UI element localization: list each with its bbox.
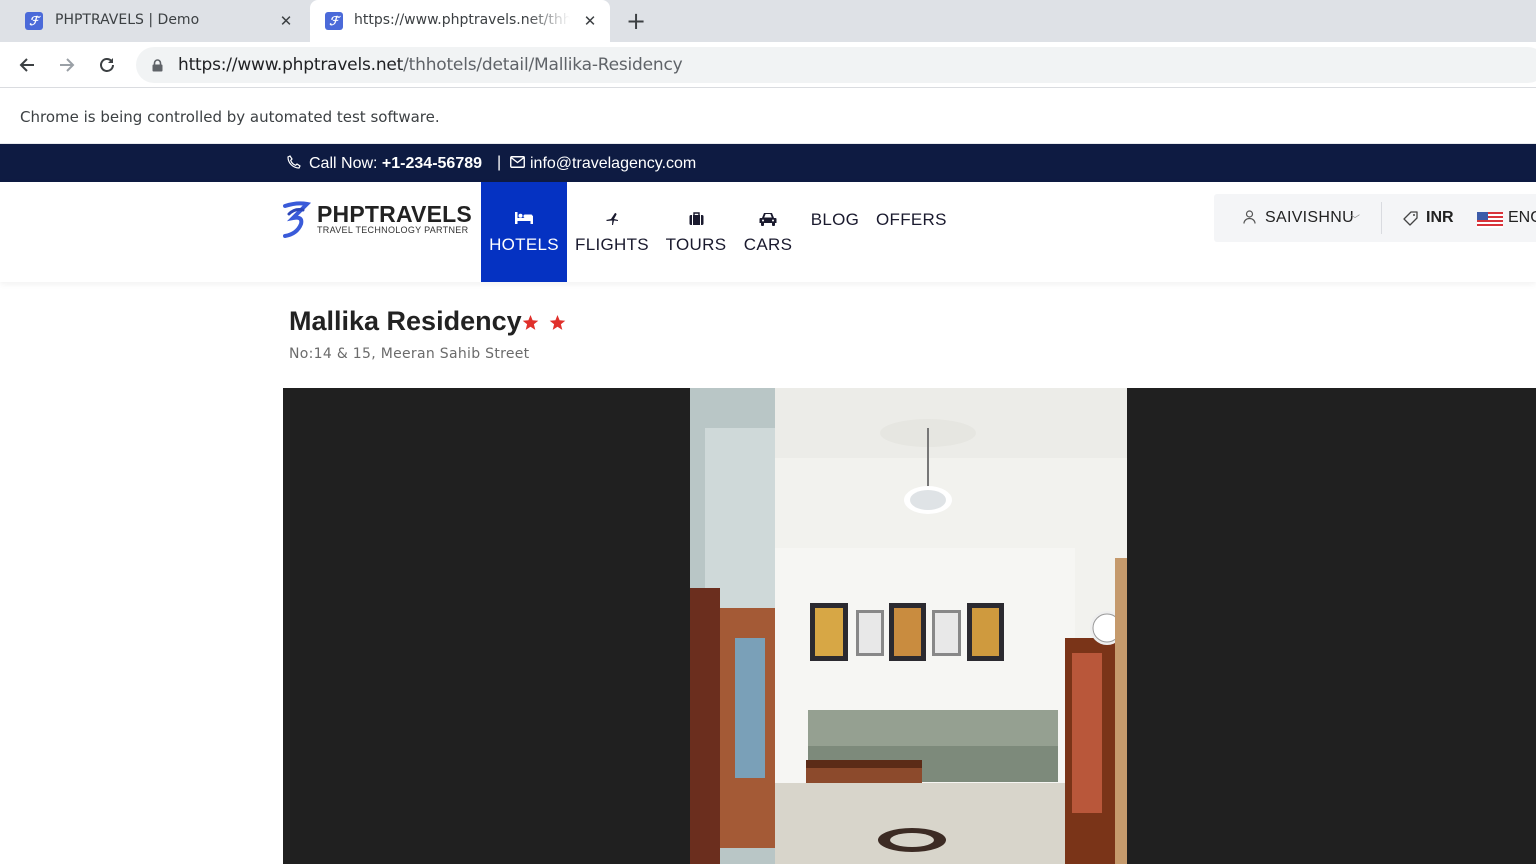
phptravels-logo-icon[interactable] (279, 200, 313, 238)
star-icon (522, 315, 539, 330)
nav-blog[interactable]: BLOG (810, 182, 860, 282)
star-rating (522, 315, 566, 331)
back-button[interactable] (13, 51, 41, 79)
browser-tabstrip: ℱ PHPTRAVELS | Demo ✕ ℱ https://www.phpt… (0, 0, 1536, 42)
automation-infobar: Chrome is being controlled by automated … (0, 89, 1536, 144)
site-header: PHPTRAVELS TRAVEL TECHNOLOGY PARTNER HOT… (0, 182, 1536, 282)
divider (1381, 202, 1382, 234)
separator: | (497, 154, 502, 171)
browser-tab[interactable]: ℱ PHPTRAVELS | Demo ✕ (8, 0, 306, 42)
browser-toolbar: https://www.phptravels.net/thhotels/deta… (0, 42, 1536, 88)
nav-flights[interactable]: FLIGHTS (574, 182, 650, 282)
lock-icon (152, 59, 163, 72)
phone-icon (287, 155, 301, 169)
url-path: /thhotels/detail/Mallika-Residency (403, 55, 683, 75)
url-text: https://www.phptravels.net/thhotels/deta… (178, 55, 683, 75)
star-icon (549, 315, 566, 330)
close-tab-icon[interactable]: ✕ (276, 11, 296, 31)
user-menu[interactable]: SAIVISHNU (1265, 209, 1354, 227)
nav-label: FLIGHTS (575, 235, 649, 254)
browser-tab-active[interactable]: ℱ https://www.phptravels.net/thhotels/de… (310, 0, 610, 42)
nav-label: TOURS (665, 235, 727, 254)
user-icon (1243, 210, 1256, 224)
hotel-gallery[interactable] (283, 388, 1536, 864)
contact-topbar: Call Now: +1-234-56789 | info@travelagen… (0, 144, 1536, 182)
reload-icon (100, 58, 114, 72)
tag-icon (1403, 211, 1418, 226)
call-now[interactable]: Call Now: +1-234-56789 (309, 155, 482, 173)
phptravels-favicon-icon: ℱ (25, 12, 43, 30)
currency-selector[interactable]: INR (1426, 209, 1454, 227)
language-selector[interactable]: ENG (1508, 209, 1536, 227)
new-tab-button[interactable]: + (622, 7, 650, 35)
email-link[interactable]: info@travelagency.com (530, 155, 696, 173)
bed-icon (515, 212, 533, 224)
tab-title: https://www.phptravels.net/thhotels/deta… (354, 12, 570, 28)
nav-label: OFFERS (876, 210, 947, 229)
account-toolbar: SAIVISHNU ﹀ INR ENG (1214, 194, 1536, 242)
nav-tours[interactable]: TOURS (663, 182, 729, 282)
call-label: Call Now: (309, 155, 378, 172)
close-tab-icon[interactable]: ✕ (580, 11, 600, 31)
tab-title: PHPTRAVELS | Demo (55, 12, 200, 28)
url-host: https://www.phptravels.net (178, 55, 404, 75)
forward-button[interactable] (53, 51, 81, 79)
logo-tagline: TRAVEL TECHNOLOGY PARTNER (317, 225, 469, 235)
logo-name[interactable]: PHPTRAVELS (317, 201, 472, 228)
nav-offers[interactable]: OFFERS (876, 182, 947, 282)
phone-number: +1-234-56789 (381, 155, 483, 172)
phptravels-favicon-icon: ℱ (325, 12, 343, 30)
hotel-lobby-photo[interactable] (690, 388, 1127, 864)
us-flag-icon (1477, 212, 1503, 228)
car-icon (759, 213, 777, 226)
envelope-icon (510, 156, 525, 168)
address-bar[interactable]: https://www.phptravels.net/thhotels/deta… (136, 47, 1536, 83)
arrow-left-icon (19, 58, 34, 72)
suitcase-icon (689, 212, 703, 225)
hotel-address: No:14 & 15, Meeran Sahib Street (289, 346, 530, 362)
arrow-right-icon (60, 58, 75, 72)
nav-label: BLOG (810, 210, 860, 229)
nav-hotels[interactable]: HOTELS (481, 182, 567, 282)
nav-label: HOTELS (489, 235, 559, 254)
plane-icon (606, 213, 618, 225)
nav-label: CARS (743, 235, 793, 254)
nav-cars[interactable]: CARS (742, 182, 794, 282)
hotel-name: Mallika Residency (289, 306, 522, 336)
chevron-down-icon[interactable]: ﹀ (1350, 211, 1360, 226)
reload-button[interactable] (93, 51, 121, 79)
infobar-text: Chrome is being controlled by automated … (20, 108, 440, 126)
